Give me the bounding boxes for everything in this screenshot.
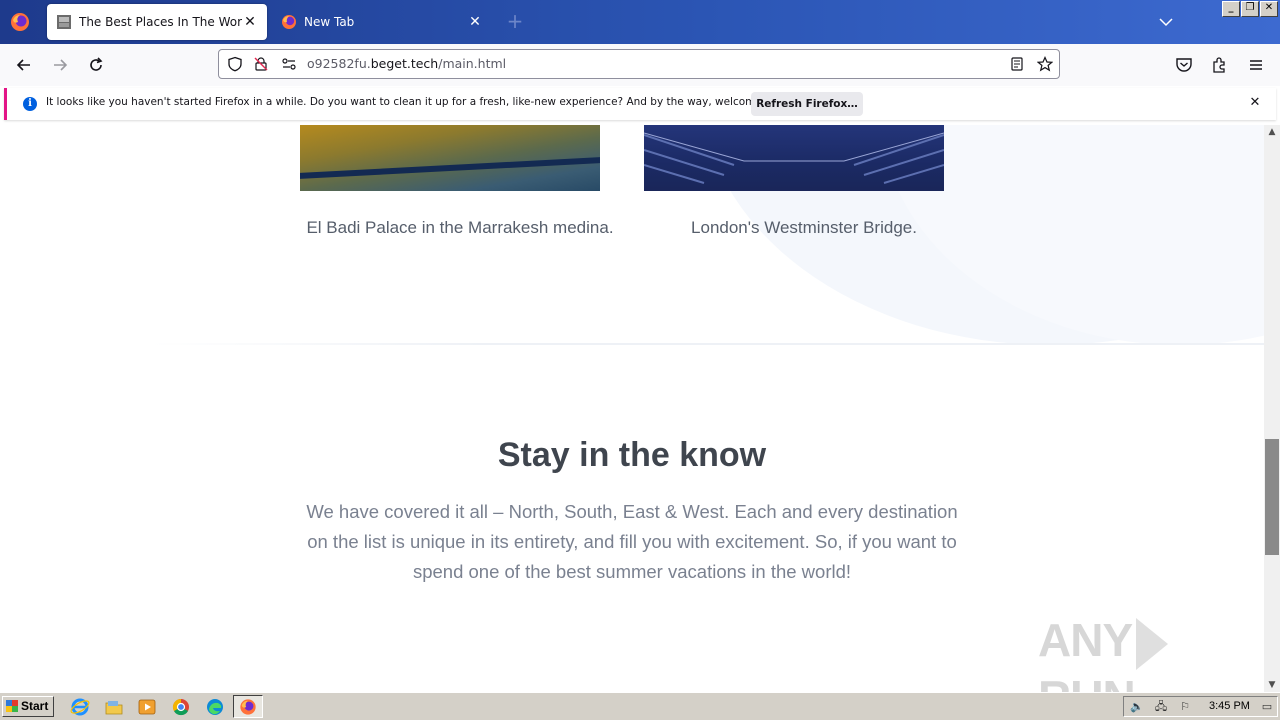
refresh-firefox-button[interactable]: Refresh Firefox… xyxy=(751,92,863,116)
tab-new-tab[interactable]: New Tab ✕ xyxy=(272,4,492,40)
url-prefix: o92582fu. xyxy=(307,56,371,71)
list-all-tabs-chevron-icon[interactable] xyxy=(1158,14,1174,30)
tab-close-icon[interactable]: ✕ xyxy=(467,14,483,30)
url-path: /main.html xyxy=(438,56,507,71)
image-caption-westminster: London's Westminster Bridge. xyxy=(691,218,917,237)
volume-icon[interactable]: 🔈 xyxy=(1130,700,1144,714)
show-desktop-icon[interactable]: ▭ xyxy=(1260,700,1274,714)
section-divider xyxy=(150,343,1264,345)
url-domain: beget.tech xyxy=(370,56,439,71)
url-text[interactable]: o92582fu.beget.tech/main.html xyxy=(307,56,506,71)
media-player-icon[interactable] xyxy=(137,697,157,717)
page-content: El Badi Palace in the Marrakesh medina. … xyxy=(0,125,1264,692)
scroll-down-arrow-icon[interactable]: ▼ xyxy=(1264,678,1280,692)
tab-strip: The Best Places In The World ✕ New Tab ✕… xyxy=(0,0,1280,44)
internet-explorer-icon[interactable] xyxy=(70,697,90,717)
notification-message: It looks like you haven't started Firefo… xyxy=(46,96,795,108)
westminster-bridge-image xyxy=(644,125,944,191)
edge-icon[interactable] xyxy=(205,697,225,717)
system-tray: 🔈 🖧 ⚐ 3:45 PM ▭ xyxy=(1123,696,1278,717)
taskbar-firefox-button[interactable] xyxy=(233,695,263,718)
scroll-thumb[interactable] xyxy=(1265,439,1279,556)
watermark-left: ANY xyxy=(1038,614,1133,666)
reader-view-icon[interactable] xyxy=(1009,56,1025,72)
network-icon[interactable]: 🖧 xyxy=(1154,700,1168,714)
start-label: Start xyxy=(21,699,49,713)
site-favicon-icon xyxy=(57,15,71,29)
section-paragraph: We have covered it all – North, South, E… xyxy=(306,501,958,582)
image-detail xyxy=(300,157,600,179)
notification-close-icon[interactable]: ✕ xyxy=(1248,96,1262,110)
play-logo-icon xyxy=(1136,617,1169,670)
start-button[interactable]: Start xyxy=(2,696,54,717)
tab-close-icon[interactable]: ✕ xyxy=(242,14,258,30)
minimize-button[interactable]: _ xyxy=(1222,1,1240,17)
firefox-icon xyxy=(240,699,256,715)
window-controls: _ ❐ ✕ xyxy=(1222,1,1278,17)
firefox-favicon-icon xyxy=(282,15,296,29)
bookmark-star-icon[interactable] xyxy=(1037,56,1053,72)
firefox-menu-icon[interactable] xyxy=(10,12,30,32)
navigation-toolbar: o92582fu.beget.tech/main.html xyxy=(0,44,1280,86)
section-heading: Stay in the know xyxy=(497,436,767,474)
reload-icon[interactable] xyxy=(86,55,106,75)
image-caption-el-badi: El Badi Palace in the Marrakesh medina. xyxy=(306,218,614,237)
permissions-icon[interactable] xyxy=(281,56,297,72)
forward-arrow-icon[interactable] xyxy=(50,55,70,75)
file-explorer-folder-icon[interactable] xyxy=(104,697,124,717)
info-icon: i xyxy=(23,97,37,111)
anyrun-watermark: ANY RUN xyxy=(1038,613,1264,692)
scroll-up-arrow-icon[interactable]: ▲ xyxy=(1264,125,1280,139)
hamburger-menu-icon[interactable] xyxy=(1246,55,1266,75)
tab-title: The Best Places In The World xyxy=(79,15,242,29)
el-badi-palace-image xyxy=(300,125,600,191)
pocket-icon[interactable] xyxy=(1174,55,1194,75)
tab-best-places[interactable]: The Best Places In The World ✕ xyxy=(47,4,267,40)
insecure-connection-lock-icon[interactable] xyxy=(253,56,269,72)
action-center-flag-icon[interactable]: ⚐ xyxy=(1178,700,1192,714)
url-bar[interactable]: o92582fu.beget.tech/main.html xyxy=(218,49,1060,79)
windows-taskbar: Start 🔈 🖧 ⚐ 3:45 PM ▭ xyxy=(0,692,1280,720)
windows-logo-icon xyxy=(6,700,18,712)
close-window-button[interactable]: ✕ xyxy=(1260,1,1278,17)
maximize-button[interactable]: ❐ xyxy=(1241,1,1259,17)
watermark-right: RUN xyxy=(1038,671,1136,692)
clock[interactable]: 3:45 PM xyxy=(1209,700,1250,712)
extensions-puzzle-icon[interactable] xyxy=(1210,55,1230,75)
back-arrow-icon[interactable] xyxy=(14,55,34,75)
tab-title: New Tab xyxy=(304,15,355,29)
page-scrollbar[interactable]: ▲ ▼ xyxy=(1264,125,1280,692)
refresh-firefox-notification: i It looks like you haven't started Fire… xyxy=(4,88,1276,120)
new-tab-plus-icon[interactable]: + xyxy=(505,11,525,32)
tracking-protection-shield-icon[interactable] xyxy=(227,56,243,72)
bridge-railing-graphic xyxy=(644,132,944,184)
chrome-icon[interactable] xyxy=(171,697,191,717)
